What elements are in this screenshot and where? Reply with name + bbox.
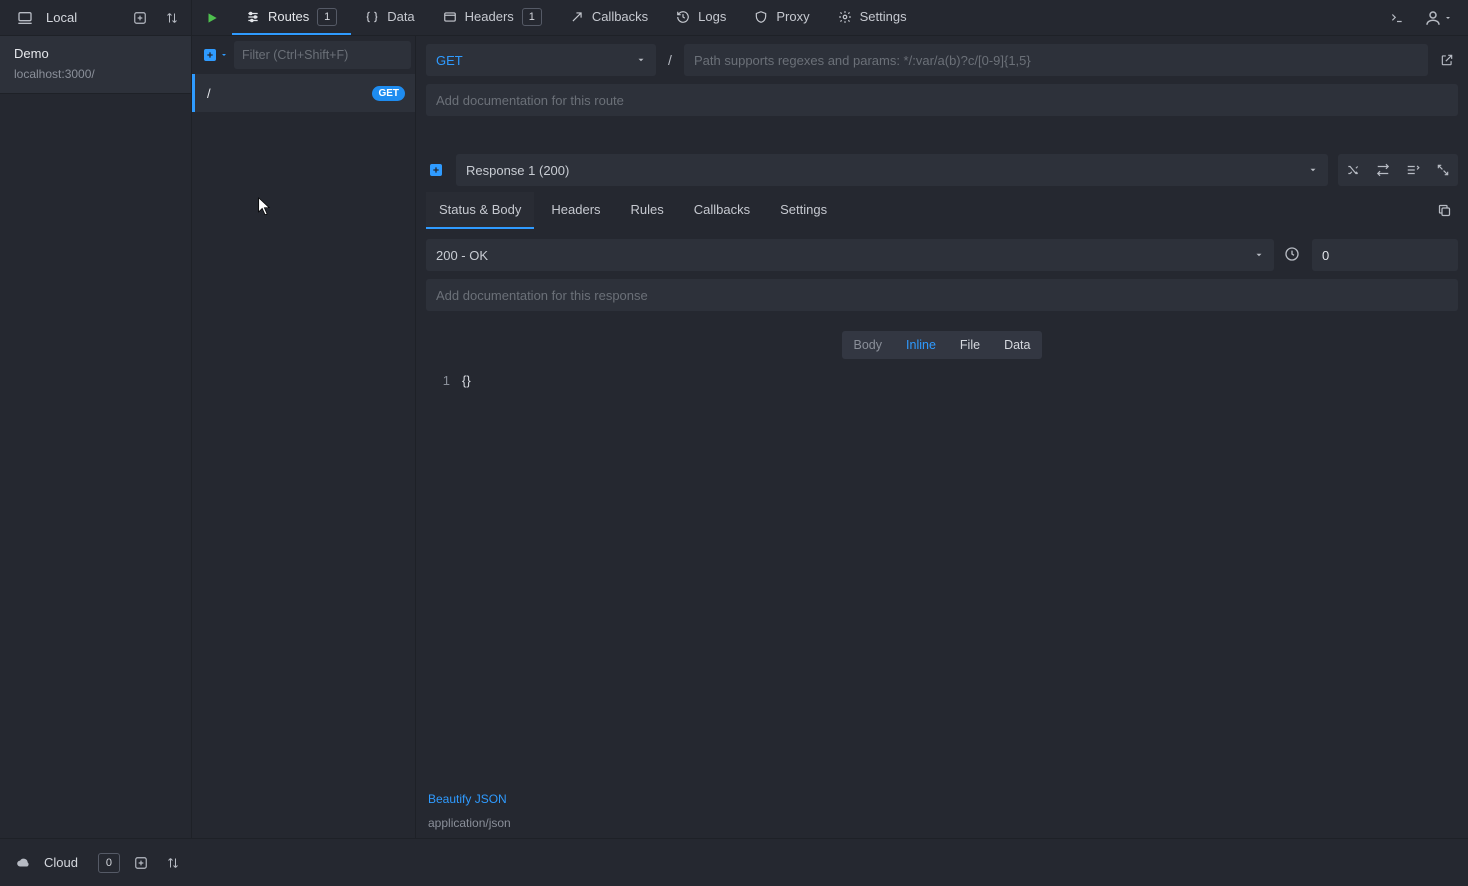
add-cloud-env-icon[interactable] bbox=[130, 852, 152, 874]
route-path-row: GET / bbox=[416, 36, 1468, 84]
environment-item[interactable]: Demo localhost:3000/ bbox=[0, 36, 191, 94]
tab-headers[interactable]: Headers 1 bbox=[429, 0, 556, 35]
subtab-callbacks[interactable]: Callbacks bbox=[681, 192, 763, 229]
cloud-count: 0 bbox=[98, 853, 120, 873]
route-path-input[interactable] bbox=[684, 44, 1428, 76]
method-select[interactable]: GET bbox=[426, 44, 656, 76]
tab-headers-label: Headers bbox=[465, 9, 514, 24]
tab-data[interactable]: Data bbox=[351, 0, 428, 35]
environments-column: Demo localhost:3000/ bbox=[0, 36, 192, 838]
tab-logs[interactable]: Logs bbox=[662, 0, 740, 35]
body-type-segment: Body Inline File Data bbox=[842, 331, 1043, 359]
main: Demo localhost:3000/ / GET GET / bbox=[0, 36, 1468, 838]
route-item[interactable]: / GET bbox=[192, 74, 415, 112]
routes-filter-input[interactable] bbox=[234, 41, 411, 69]
body-type-body[interactable]: Body bbox=[842, 331, 895, 359]
arrow-out-icon bbox=[570, 10, 584, 24]
local-label: Local bbox=[46, 10, 119, 25]
gear-icon bbox=[838, 10, 852, 24]
tab-proxy-label: Proxy bbox=[776, 9, 809, 24]
response-row: Response 1 (200) bbox=[416, 144, 1468, 186]
editor-content[interactable]: {} bbox=[460, 369, 1458, 786]
braces-icon bbox=[365, 10, 379, 24]
tab-data-label: Data bbox=[387, 9, 414, 24]
status-row: 200 - OK bbox=[416, 229, 1468, 271]
body-editor[interactable]: 1 {} bbox=[416, 369, 1468, 786]
response-tabs: Status & Body Headers Rules Callbacks Se… bbox=[416, 186, 1468, 229]
route-doc-row bbox=[416, 84, 1468, 124]
headers-icon bbox=[443, 10, 457, 24]
editor-gutter: 1 bbox=[426, 369, 460, 786]
status-select[interactable]: 200 - OK bbox=[426, 239, 1274, 271]
body-type-row: Body Inline File Data bbox=[416, 311, 1468, 369]
environment-address: localhost:3000/ bbox=[14, 67, 177, 81]
route-item-method-badge: GET bbox=[372, 86, 405, 101]
laptop-icon bbox=[14, 7, 36, 29]
beautify-link[interactable]: Beautify JSON bbox=[428, 792, 1456, 806]
shield-icon bbox=[754, 10, 768, 24]
sliders-icon bbox=[246, 10, 260, 24]
response-doc-row bbox=[416, 271, 1468, 311]
tab-callbacks-label: Callbacks bbox=[592, 9, 648, 24]
open-external-icon[interactable] bbox=[1436, 49, 1458, 71]
history-icon bbox=[676, 10, 690, 24]
route-content: GET / Response 1 (200) bbox=[416, 36, 1468, 838]
account-menu[interactable] bbox=[1424, 7, 1452, 29]
topbar-left: Local bbox=[0, 0, 192, 35]
cloud-label: Cloud bbox=[44, 855, 78, 870]
tab-callbacks[interactable]: Callbacks bbox=[556, 0, 662, 35]
subtab-rules[interactable]: Rules bbox=[618, 192, 677, 229]
headers-count: 1 bbox=[522, 8, 542, 26]
routes-count: 1 bbox=[317, 8, 337, 26]
route-item-path: / bbox=[207, 86, 211, 101]
random-mode-icon[interactable] bbox=[1338, 154, 1368, 186]
topnav-tabs: Routes 1 Data Headers 1 Callbacks bbox=[232, 0, 921, 35]
add-response-button[interactable] bbox=[426, 160, 446, 180]
topbar: Local Routes 1 Data Headers bbox=[0, 0, 1468, 36]
duplicate-response-icon[interactable] bbox=[1431, 197, 1458, 224]
add-route-button[interactable] bbox=[202, 47, 228, 63]
response-actions bbox=[1338, 154, 1458, 186]
body-type-data[interactable]: Data bbox=[992, 331, 1042, 359]
response-doc-input[interactable] bbox=[426, 279, 1458, 311]
topbar-right bbox=[1386, 0, 1468, 35]
tab-routes[interactable]: Routes 1 bbox=[232, 0, 351, 35]
cloud-icon bbox=[12, 852, 34, 874]
method-select-value: GET bbox=[436, 53, 463, 68]
content-footer: Beautify JSON application/json bbox=[416, 786, 1468, 838]
bottombar: Cloud 0 bbox=[0, 838, 1468, 886]
fallback-mode-icon[interactable] bbox=[1428, 154, 1458, 186]
subtab-settings[interactable]: Settings bbox=[767, 192, 840, 229]
response-select-value: Response 1 (200) bbox=[466, 163, 569, 178]
response-select[interactable]: Response 1 (200) bbox=[456, 154, 1328, 186]
delay-wrap bbox=[1284, 239, 1458, 271]
tab-routes-label: Routes bbox=[268, 9, 309, 24]
run-button[interactable] bbox=[192, 0, 232, 35]
terminal-icon[interactable] bbox=[1386, 7, 1408, 29]
rules-mode-icon[interactable] bbox=[1398, 154, 1428, 186]
tab-logs-label: Logs bbox=[698, 9, 726, 24]
sequential-mode-icon[interactable] bbox=[1368, 154, 1398, 186]
delay-input[interactable] bbox=[1312, 239, 1458, 271]
subtab-status-body[interactable]: Status & Body bbox=[426, 192, 534, 229]
tab-settings[interactable]: Settings bbox=[824, 0, 921, 35]
routes-toolbar bbox=[192, 36, 415, 74]
content-type-label: application/json bbox=[428, 816, 1456, 830]
environment-name: Demo bbox=[14, 46, 177, 61]
sort-cloud-envs-icon[interactable] bbox=[162, 852, 184, 874]
sort-envs-icon[interactable] bbox=[161, 7, 183, 29]
body-type-inline[interactable]: Inline bbox=[894, 331, 948, 359]
status-select-value: 200 - OK bbox=[436, 248, 488, 263]
tab-settings-label: Settings bbox=[860, 9, 907, 24]
routes-column: / GET bbox=[192, 36, 416, 838]
subtab-headers[interactable]: Headers bbox=[538, 192, 613, 229]
add-env-icon[interactable] bbox=[129, 7, 151, 29]
tab-proxy[interactable]: Proxy bbox=[740, 0, 823, 35]
route-doc-input[interactable] bbox=[426, 84, 1458, 116]
path-slash: / bbox=[664, 52, 676, 68]
clock-icon bbox=[1284, 246, 1302, 264]
body-type-file[interactable]: File bbox=[948, 331, 992, 359]
